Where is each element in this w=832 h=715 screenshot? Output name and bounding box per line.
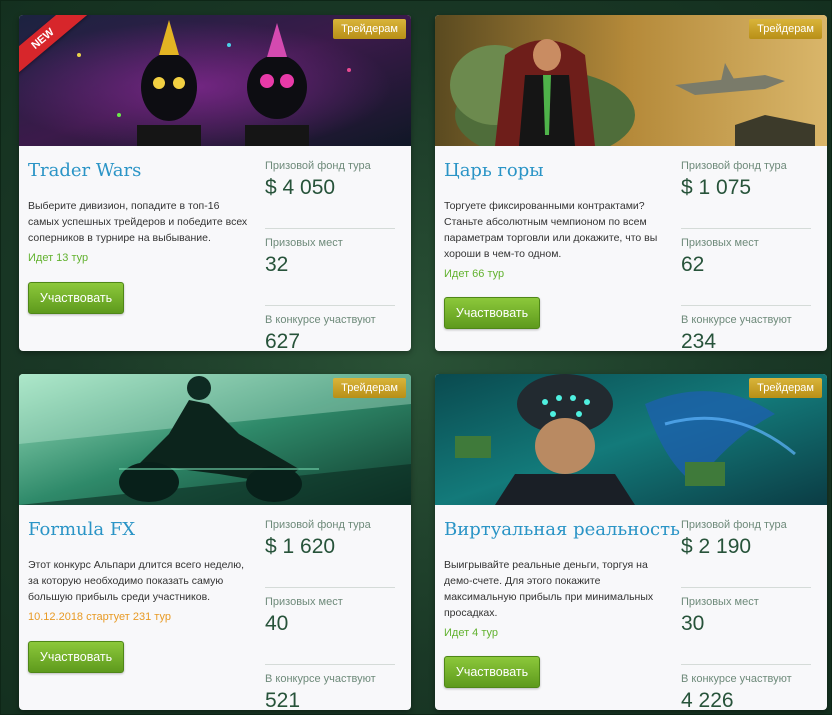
contest-description: Выигрывайте реальные деньги, торгуя на д… (444, 559, 654, 619)
prize-places-label: Призовых мест (265, 596, 343, 608)
contest-round-status: 10.12.2018 стартует 231 тур (28, 611, 171, 623)
contest-stats: Призовой фонд тура $ 1 620 Призовых мест… (265, 519, 395, 710)
traders-badge: Трейдерам (333, 378, 406, 398)
participants-block: В конкурсе участвуют 627 (265, 314, 395, 351)
prize-places-block: Призовых мест 40 (265, 596, 395, 665)
prize-places-value: 40 (265, 612, 289, 635)
prize-fund-label: Призовой фонд тура (265, 519, 371, 531)
contest-title[interactable]: Formula FX (28, 519, 135, 540)
participants-block: В конкурсе участвуют 521 (265, 673, 395, 710)
prize-fund-value: $ 1 075 (681, 176, 752, 199)
contest-description: Выберите дивизион, попадите в топ-16 сам… (28, 200, 248, 244)
traders-badge: Трейдерам (749, 19, 822, 39)
participate-button[interactable]: Участвовать (444, 656, 540, 688)
contest-card-formula-fx[interactable]: Трейдерам Formula FX Этот конкурс Альпар… (19, 374, 411, 710)
prize-fund-block: Призовой фонд тура $ 2 190 (681, 519, 811, 588)
participants-label: В конкурсе участвуют (265, 673, 376, 685)
participants-value: 4 226 (681, 689, 734, 710)
contest-title[interactable]: Trader Wars (28, 160, 141, 181)
participants-label: В конкурсе участвуют (265, 314, 376, 326)
prize-fund-value: $ 1 620 (265, 535, 336, 558)
participants-value: 627 (265, 330, 301, 351)
prize-places-label: Призовых мест (681, 596, 759, 608)
traders-badge: Трейдерам (333, 19, 406, 39)
prize-places-block: Призовых мест 62 (681, 237, 811, 306)
contest-card-virtual-reality[interactable]: Трейдерам Виртуальная реальность Выигрыв… (435, 374, 827, 710)
contest-banner-image[interactable]: NEW Трейдерам (19, 15, 411, 146)
prize-fund-block: Призовой фонд тура $ 1 620 (265, 519, 395, 588)
contest-grid: NEW Трейдерам Trader Wars Выберите дивиз… (0, 0, 832, 715)
participants-label: В конкурсе участвуют (681, 673, 792, 685)
prize-places-block: Призовых мест 32 (265, 237, 395, 306)
prize-places-label: Призовых мест (681, 237, 759, 249)
participate-button[interactable]: Участвовать (28, 641, 124, 673)
contest-description: Торгуете фиксированными контрактами? Ста… (444, 200, 658, 260)
participants-block: В конкурсе участвуют 234 (681, 314, 811, 351)
contest-round-status: Идет 13 тур (28, 252, 89, 264)
traders-badge: Трейдерам (749, 378, 822, 398)
prize-places-value: 62 (681, 253, 705, 276)
contest-round-status: Идет 66 тур (444, 268, 505, 280)
prize-fund-label: Призовой фонд тура (265, 160, 371, 172)
prize-fund-label: Призовой фонд тура (681, 160, 787, 172)
participants-value: 521 (265, 689, 301, 710)
participants-value: 234 (681, 330, 717, 351)
participants-block: В конкурсе участвуют 4 226 (681, 673, 811, 710)
contest-title[interactable]: Виртуальная реальность (444, 519, 680, 540)
contest-stats: Призовой фонд тура $ 4 050 Призовых мест… (265, 160, 395, 351)
contest-title[interactable]: Царь горы (444, 160, 544, 181)
contest-card-king-of-hill[interactable]: Трейдерам Царь горы Торгуете фиксированн… (435, 15, 827, 351)
prize-places-value: 30 (681, 612, 705, 635)
prize-places-block: Призовых мест 30 (681, 596, 811, 665)
prize-places-value: 32 (265, 253, 289, 276)
contest-card-trader-wars[interactable]: NEW Трейдерам Trader Wars Выберите дивиз… (19, 15, 411, 351)
prize-fund-value: $ 2 190 (681, 535, 752, 558)
contest-banner-image[interactable]: Трейдерам (435, 15, 827, 146)
contest-stats: Призовой фонд тура $ 2 190 Призовых мест… (681, 519, 811, 710)
prize-fund-block: Призовой фонд тура $ 1 075 (681, 160, 811, 229)
contest-description: Этот конкурс Альпари длится всего неделю… (28, 559, 245, 603)
participants-label: В конкурсе участвуют (681, 314, 792, 326)
contest-stats: Призовой фонд тура $ 1 075 Призовых мест… (681, 160, 811, 351)
contest-banner-image[interactable]: Трейдерам (435, 374, 827, 505)
prize-fund-block: Призовой фонд тура $ 4 050 (265, 160, 395, 229)
prize-places-label: Призовых мест (265, 237, 343, 249)
contest-round-status: Идет 4 тур (444, 627, 499, 639)
prize-fund-value: $ 4 050 (265, 176, 336, 199)
prize-fund-label: Призовой фонд тура (681, 519, 787, 531)
participate-button[interactable]: Участвовать (444, 297, 540, 329)
participate-button[interactable]: Участвовать (28, 282, 124, 314)
contest-banner-image[interactable]: Трейдерам (19, 374, 411, 505)
